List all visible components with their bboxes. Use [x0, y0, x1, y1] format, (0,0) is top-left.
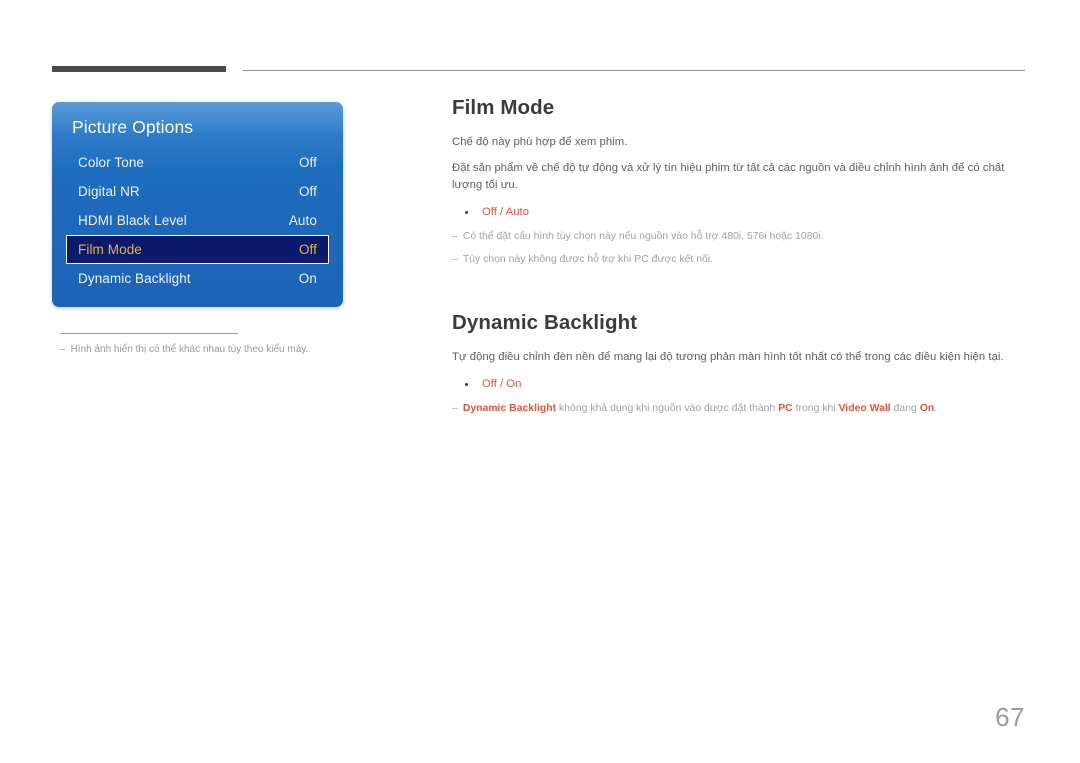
- osd-menu-item-hdmi-black-level[interactable]: HDMI Black Level Auto: [66, 206, 329, 235]
- note-plain-text: đang: [890, 403, 920, 414]
- film-mode-note-2: – Tùy chọn này không được hỗ trợ khi PC …: [452, 252, 1028, 267]
- osd-menu-item-film-mode[interactable]: Film Mode Off: [66, 235, 329, 264]
- note-highlight-term: On: [919, 403, 935, 414]
- osd-menu-panel: Picture Options Color Tone Off Digital N…: [52, 102, 343, 307]
- note-text: Có thể đặt cấu hình tùy chọn này nếu ngu…: [462, 231, 824, 242]
- osd-item-value: Off: [298, 242, 317, 257]
- footnote-text: Hình ảnh hiển thị có thể khác nhau tùy t…: [70, 344, 309, 355]
- osd-menu-item-dynamic-backlight[interactable]: Dynamic Backlight On: [66, 264, 329, 293]
- osd-item-label: HDMI Black Level: [78, 213, 187, 228]
- note-dash-icon: –: [452, 231, 458, 242]
- header-rule-line: [243, 70, 1025, 71]
- dynamic-backlight-note-1: – Dynamic Backlight không khả dụng khi n…: [452, 401, 1028, 416]
- film-mode-paragraph-1: Chế độ này phù hợp để xem phim.: [452, 136, 628, 148]
- section-title-dynamic-backlight: Dynamic Backlight: [452, 311, 638, 334]
- film-mode-options-list: Off / Auto: [452, 204, 1028, 221]
- documentation-column: Film Mode Chế độ này phù hợp để xem phim…: [452, 96, 1028, 416]
- osd-preview-column: Picture Options Color Tone Off Digital N…: [52, 102, 343, 357]
- note-highlight-term: Video Wall: [838, 403, 891, 414]
- osd-footnote: – Hình ảnh hiển thị có thể khác nhau tùy…: [60, 343, 343, 357]
- section-title-film-mode: Film Mode: [452, 96, 555, 119]
- note-plain-text: không khả dụng khi nguồn vào được đặt th…: [556, 403, 779, 414]
- dynamic-backlight-options-list: Off / On: [452, 376, 1028, 393]
- osd-item-label: Dynamic Backlight: [78, 271, 191, 286]
- osd-item-label: Digital NR: [78, 184, 140, 199]
- note-text: Dynamic Backlight không khả dụng khi ngu…: [463, 401, 1028, 416]
- osd-menu-item-color-tone[interactable]: Color Tone Off: [66, 148, 329, 177]
- osd-item-value: Off: [298, 155, 317, 170]
- film-mode-note-1: – Có thể đặt cấu hình tùy chọn này nếu n…: [452, 229, 1028, 244]
- osd-item-label: Film Mode: [78, 242, 142, 257]
- osd-footnote-divider: [60, 333, 238, 334]
- osd-menu-title: Picture Options: [72, 117, 194, 137]
- osd-item-value: Off: [298, 184, 317, 199]
- film-mode-options-item: Off / Auto: [452, 204, 1028, 221]
- page-number: 67: [995, 702, 1025, 732]
- film-mode-paragraph-2: Đặt sản phẩm về chế độ tự động và xử lý …: [452, 162, 1005, 191]
- note-highlight-term: PC: [778, 403, 793, 414]
- note-text: Tùy chọn này không được hỗ trợ khi PC đư…: [462, 254, 714, 265]
- note-plain-text: .: [934, 403, 938, 414]
- dynamic-backlight-options-item: Off / On: [452, 376, 1028, 393]
- osd-item-value: On: [298, 271, 317, 286]
- dynamic-backlight-paragraph-1: Tự động điều chỉnh đèn nền để mang lại đ…: [452, 351, 1004, 363]
- note-dash-icon: –: [452, 254, 458, 265]
- osd-item-value: Auto: [288, 213, 317, 228]
- osd-menu-item-digital-nr[interactable]: Digital NR Off: [66, 177, 329, 206]
- note-dash-icon: –: [452, 403, 458, 414]
- footnote-dash-icon: –: [60, 344, 66, 355]
- note-highlight-term: Dynamic Backlight: [462, 403, 557, 414]
- header-rule-accent: [52, 66, 226, 72]
- osd-menu-list: Color Tone Off Digital NR Off HDMI Black…: [52, 148, 343, 293]
- note-plain-text: trong khi: [792, 403, 839, 414]
- osd-item-label: Color Tone: [78, 155, 145, 170]
